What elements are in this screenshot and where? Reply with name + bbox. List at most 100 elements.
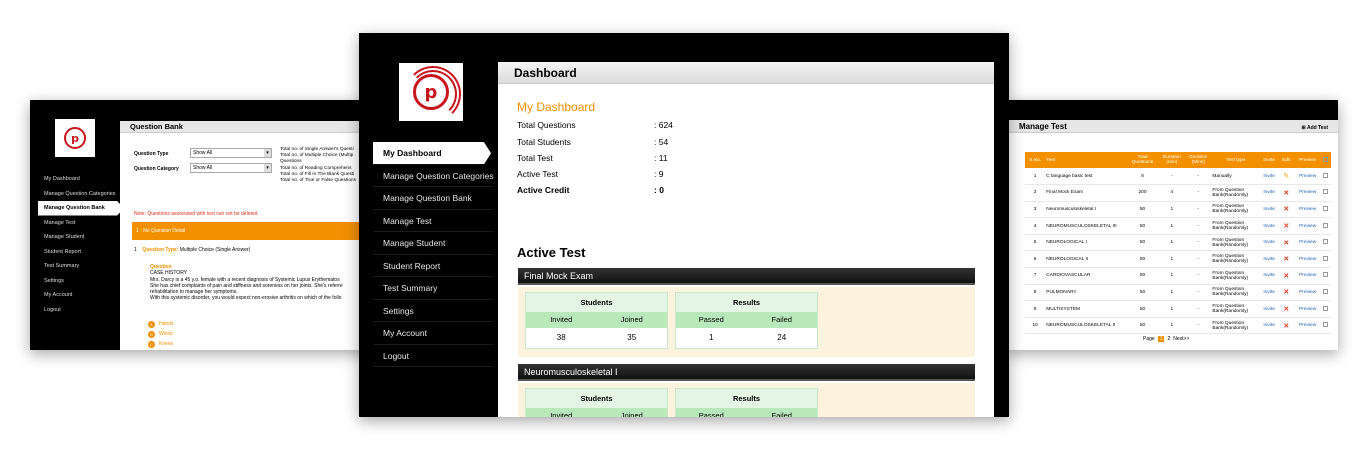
next-page-link[interactable]: Next>> <box>1173 336 1189 342</box>
option-item[interactable]: C Knees <box>148 339 173 349</box>
cell-duration-1: 1 <box>1158 300 1186 318</box>
dashboard-content: Dashboard My Dashboard Total Questions: … <box>498 62 994 417</box>
nav-item-student-report[interactable]: Student Report <box>373 255 493 277</box>
stat-row: Total Test: 11 <box>517 153 817 166</box>
row-checkbox[interactable] <box>1323 305 1329 311</box>
preview-link[interactable]: Preview <box>1299 190 1316 195</box>
select-all-checkbox[interactable] <box>1323 156 1329 162</box>
preview-link[interactable]: Preview <box>1299 224 1316 229</box>
invite-link[interactable]: Invite <box>1263 273 1274 278</box>
preview-link[interactable]: Preview <box>1299 323 1316 328</box>
left-nav-item-dashboard[interactable]: My Dashboard <box>30 172 118 187</box>
joined-value: 35 <box>627 333 637 342</box>
add-icon: ⊞ <box>1301 125 1306 131</box>
invite-link[interactable]: Invite <box>1263 190 1274 195</box>
row-checkbox[interactable] <box>1323 272 1329 278</box>
invite-link[interactable]: Invite <box>1263 207 1274 212</box>
delete-x-icon[interactable]: ✕ <box>1283 273 1289 280</box>
cell-duration-1: 1 <box>1158 267 1186 285</box>
option-text: Hands <box>159 321 174 327</box>
nav-item-question-bank[interactable]: Manage Question Bank <box>373 187 493 210</box>
add-test-button[interactable]: ⊞ Add Test <box>1302 122 1328 135</box>
delete-x-icon[interactable]: ✕ <box>1283 323 1289 330</box>
row-checkbox[interactable] <box>1323 172 1329 178</box>
cell-test-type: From Question Bank(Randomly) <box>1211 184 1261 202</box>
cell-duration-1: 1 <box>1158 284 1186 302</box>
results-box: Results Passed Failed 1 24 <box>675 292 818 349</box>
question-type-select[interactable]: Show All <box>190 148 272 158</box>
failed-label: Failed <box>771 315 792 324</box>
col-duration-2: Duration (Mins) <box>1185 152 1212 168</box>
logo-p-icon: p <box>405 66 461 122</box>
nav-item-manage-test[interactable]: Manage Test <box>373 210 493 232</box>
edit-pencil-icon[interactable]: ✎ <box>1283 173 1289 180</box>
row-checkbox[interactable] <box>1323 205 1329 211</box>
delete-x-icon[interactable]: ✕ <box>1283 306 1289 313</box>
left-nav-item-logout[interactable]: Logout <box>30 303 118 318</box>
invite-link[interactable]: Invite <box>1263 174 1274 179</box>
left-nav-item-my-account[interactable]: My Account <box>30 288 118 303</box>
delete-x-icon[interactable]: ✕ <box>1283 206 1289 213</box>
left-nav-item-question-bank[interactable]: Manage Question Bank <box>38 201 124 216</box>
page-1-link[interactable]: 1 <box>1157 336 1165 342</box>
preview-link[interactable]: Preview <box>1299 174 1316 179</box>
row-checkbox[interactable] <box>1323 322 1329 328</box>
cell-duration-1: 4 <box>1158 184 1186 202</box>
nav-item-my-dashboard[interactable]: My Dashboard <box>373 142 491 165</box>
left-nav-item-question-categories[interactable]: Manage Question Categories <box>30 187 118 202</box>
preview-link[interactable]: Preview <box>1299 290 1316 295</box>
page-2-link[interactable]: 2 <box>1167 336 1170 342</box>
row-checkbox[interactable] <box>1323 255 1329 261</box>
preview-link[interactable]: Preview <box>1299 257 1316 262</box>
option-item[interactable]: A Hands <box>148 319 173 329</box>
question-stats: Total no. of Single Answer's Questi Tota… <box>280 147 370 184</box>
col-test-type: Test type <box>1211 152 1261 168</box>
left-nav-item-test-summary[interactable]: Test Summary <box>30 259 118 274</box>
nav-item-my-account[interactable]: My Account <box>373 322 493 345</box>
left-nav-item-manage-test[interactable]: Manage Test <box>30 216 118 231</box>
preview-link[interactable]: Preview <box>1299 207 1316 212</box>
nav-item-question-categories[interactable]: Manage Question Categories <box>373 165 494 187</box>
stat-row: Active Test: 9 <box>517 169 817 182</box>
row-checkbox[interactable] <box>1323 239 1329 245</box>
preview-link[interactable]: Preview <box>1299 240 1316 245</box>
question-category-select[interactable]: Show All <box>190 163 272 173</box>
cell-duration-1: - <box>1158 168 1186 186</box>
col-total-questions: Total Questions <box>1126 152 1159 168</box>
row-checkbox[interactable] <box>1323 222 1329 228</box>
invite-link[interactable]: Invite <box>1263 323 1274 328</box>
table-row: 4 NEUROMUSCULOSKELETAL III 50 1- From Questi… <box>1025 217 1331 235</box>
preview-link[interactable]: Preview <box>1299 307 1316 312</box>
nav-item-manage-student[interactable]: Manage Student <box>373 232 493 255</box>
cell-duration-2: - <box>1185 267 1212 285</box>
invite-link[interactable]: Invite <box>1263 240 1274 245</box>
delete-x-icon[interactable]: ✕ <box>1283 223 1289 230</box>
question-type-label: Question Type <box>134 151 169 157</box>
my-dashboard-heading: My Dashboard <box>517 100 596 114</box>
option-text: Knees <box>159 341 174 347</box>
nav-item-logout[interactable]: Logout <box>373 345 493 367</box>
stat-label: Total Questions <box>517 120 576 130</box>
nav-item-test-summary[interactable]: Test Summary <box>373 277 493 300</box>
invite-link[interactable]: Invite <box>1263 257 1274 262</box>
option-item[interactable]: B Wrists <box>148 329 173 339</box>
delete-x-icon[interactable]: ✕ <box>1283 289 1289 296</box>
cell-sno: 1 <box>1025 168 1046 186</box>
invite-link[interactable]: Invite <box>1263 290 1274 295</box>
delete-note: Note: Questions associated with test can… <box>134 211 259 217</box>
cell-test-type: From Question Bank(Randomly) <box>1211 267 1261 285</box>
delete-x-icon[interactable]: ✕ <box>1283 190 1289 197</box>
col-select[interactable] <box>1320 152 1331 168</box>
delete-x-icon[interactable]: ✕ <box>1283 240 1289 247</box>
left-nav-item-manage-student[interactable]: Manage Student <box>30 230 118 245</box>
left-nav-item-student-report[interactable]: Student Report <box>30 245 118 260</box>
row-checkbox[interactable] <box>1323 288 1329 294</box>
cell-total: 8 <box>1126 168 1159 186</box>
nav-item-settings[interactable]: Settings <box>373 300 493 322</box>
delete-x-icon[interactable]: ✕ <box>1283 256 1289 263</box>
left-nav-item-settings[interactable]: Settings <box>30 274 118 289</box>
invite-link[interactable]: Invite <box>1263 307 1274 312</box>
invite-link[interactable]: Invite <box>1263 224 1274 229</box>
row-checkbox[interactable] <box>1323 189 1329 195</box>
preview-link[interactable]: Preview <box>1299 273 1316 278</box>
